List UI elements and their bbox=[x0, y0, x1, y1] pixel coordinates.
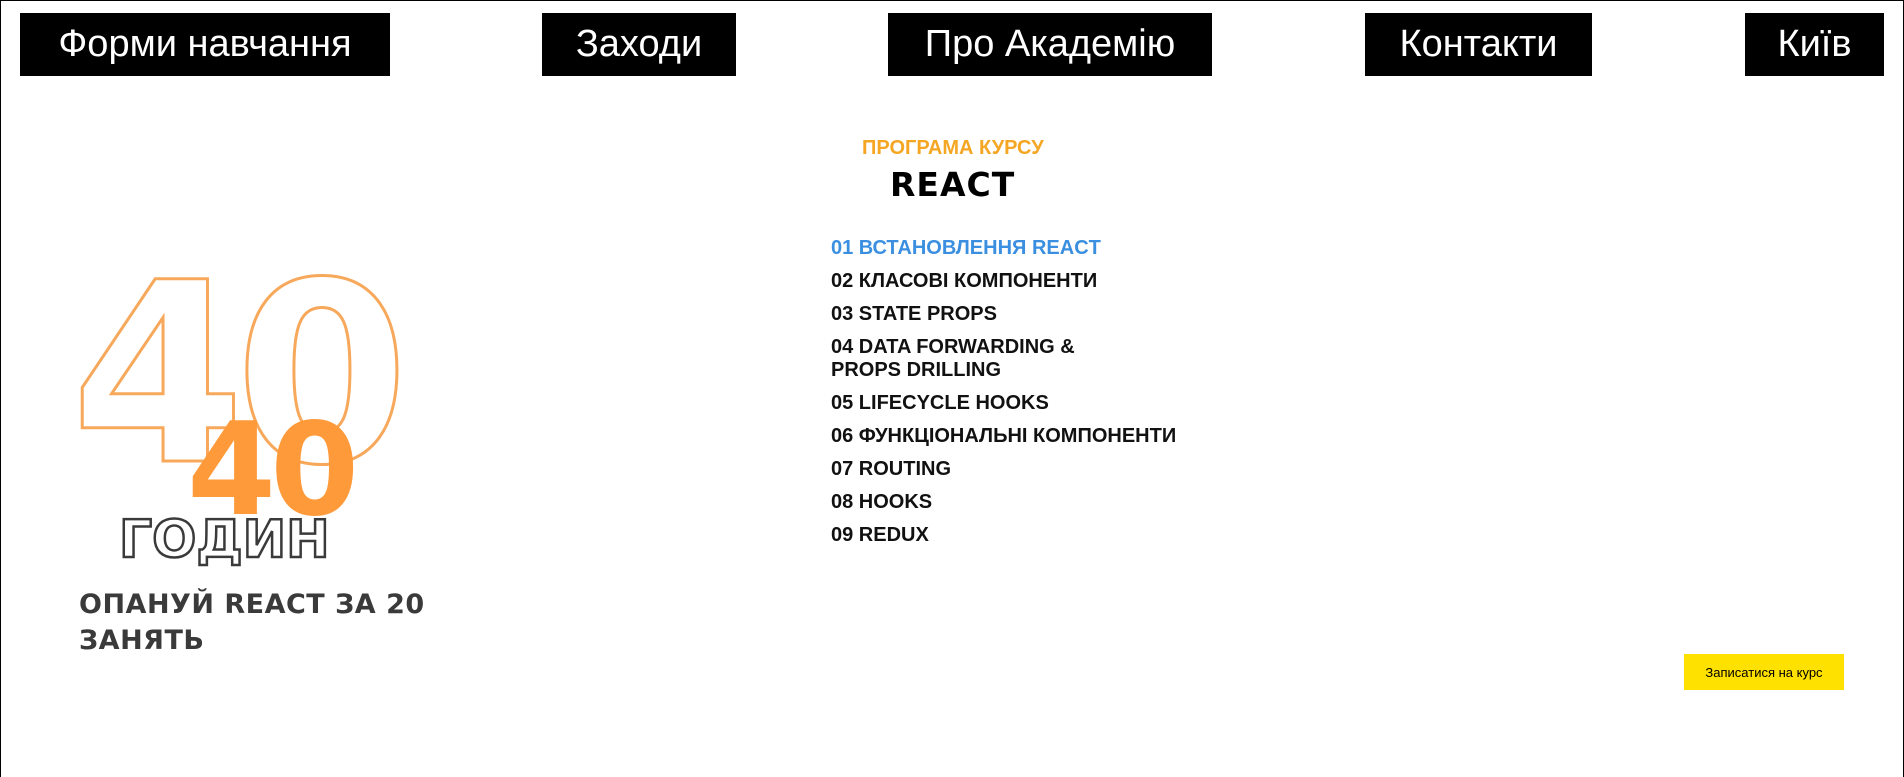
nav-events-button[interactable]: Заходи bbox=[542, 13, 736, 76]
course-slogan: ОПАНУЙ REACT ЗА 20 ЗАНЯТЬ bbox=[79, 589, 425, 656]
module-item[interactable]: 04 DATA FORWARDING & PROPS DRILLING bbox=[831, 336, 1091, 382]
module-item[interactable]: 08 HOOKS bbox=[831, 491, 1251, 514]
module-item[interactable]: 06 ФУНКЦІОНАЛЬНІ КОМПОНЕНТИ bbox=[831, 425, 1251, 448]
module-item[interactable]: 03 STATE PROPS bbox=[831, 303, 1251, 326]
nav-about-academy-button[interactable]: Про Академію bbox=[888, 13, 1212, 76]
module-item[interactable]: 02 КЛАСОВІ КОМПОНЕНТИ bbox=[831, 270, 1251, 293]
nav-forms-of-study-button[interactable]: Форми навчання bbox=[20, 13, 390, 76]
module-item[interactable]: 09 REDUX bbox=[831, 524, 1251, 547]
page: Форми навчання Заходи Про Академію Конта… bbox=[0, 0, 1904, 777]
program-title: REACT bbox=[890, 165, 1016, 204]
module-item[interactable]: 07 ROUTING bbox=[831, 458, 1251, 481]
signup-course-button[interactable]: Записатися на курс bbox=[1684, 654, 1844, 690]
program-kicker: ПРОГРАМА КУРСУ bbox=[862, 137, 1044, 159]
nav-contacts-button[interactable]: Контакти bbox=[1365, 13, 1592, 76]
module-item[interactable]: 05 LIFECYCLE HOOKS bbox=[831, 392, 1251, 415]
hours-graphic: 40 40 ГОДИН bbox=[79, 261, 449, 571]
nav-city-button[interactable]: Київ bbox=[1745, 13, 1884, 76]
module-item[interactable]: 01 ВСТАНОВЛЕННЯ REACT bbox=[831, 237, 1251, 260]
module-list: 01 ВСТАНОВЛЕННЯ REACT 02 КЛАСОВІ КОМПОНЕ… bbox=[831, 237, 1251, 557]
svg-text:ГОДИН: ГОДИН bbox=[119, 510, 330, 570]
hours-unit-label: ГОДИН bbox=[118, 509, 331, 571]
